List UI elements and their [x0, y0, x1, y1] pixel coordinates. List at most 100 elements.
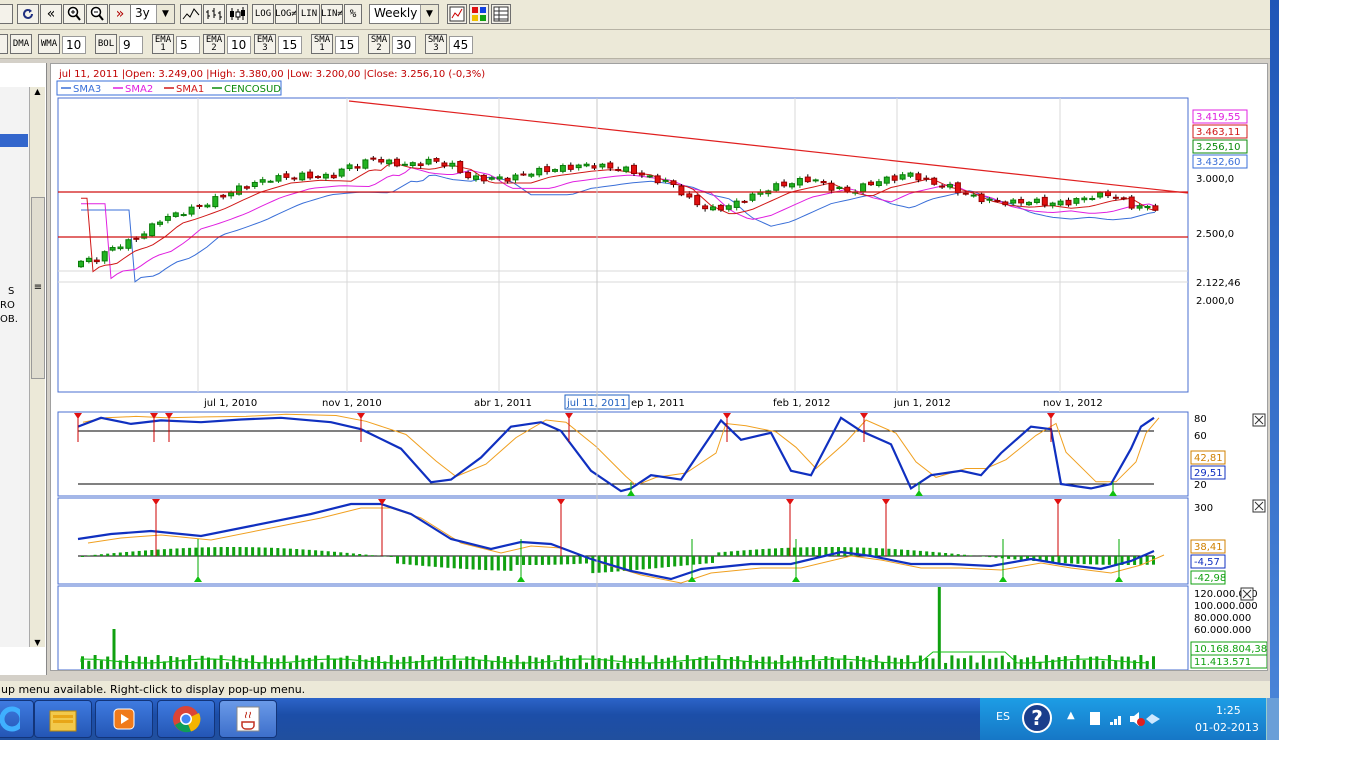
- stoch-level-label: 80: [1194, 414, 1207, 425]
- sma2-button[interactable]: SMA 2: [368, 34, 390, 54]
- macd-histogram-bar: [969, 555, 973, 556]
- scroll-up-icon[interactable]: ▲: [30, 87, 45, 96]
- line-chart-button[interactable]: [180, 4, 202, 24]
- macd-histogram-bar: [528, 556, 532, 565]
- volume-bar: [1152, 656, 1155, 669]
- interval-select[interactable]: Weekly ▼: [369, 4, 439, 24]
- volume-bar: [1063, 656, 1067, 669]
- scale-percent-button[interactable]: %: [344, 4, 362, 24]
- candle-body: [101, 251, 108, 262]
- candle-body: [228, 192, 235, 197]
- partial-button[interactable]: [0, 4, 13, 24]
- chart-settings-button[interactable]: [447, 4, 467, 24]
- volume-bar: [988, 658, 992, 669]
- volume-bar: [792, 656, 796, 669]
- sma3-button[interactable]: SMA 3: [425, 34, 447, 54]
- chevron-down-icon[interactable]: ▼: [156, 5, 174, 23]
- language-indicator[interactable]: ES: [996, 710, 1010, 723]
- color-settings-button[interactable]: [469, 4, 489, 24]
- candle-body: [267, 180, 274, 183]
- volume-bar: [818, 661, 822, 669]
- ema3-button[interactable]: EMA 3: [254, 34, 276, 54]
- dma-button[interactable]: DMA: [10, 34, 32, 54]
- window-border: [1270, 0, 1279, 740]
- chart-canvas[interactable]: jul 11, 2011 |Open: 3.249,00 |High: 3.38…: [51, 64, 1267, 670]
- candle-body: [409, 162, 416, 166]
- scale-log-diff-button[interactable]: LOG≠: [275, 4, 297, 24]
- scroll-thumb[interactable]: ≡: [31, 197, 45, 379]
- chevron-down-icon[interactable]: ▼: [420, 5, 438, 23]
- taskbar-media-button[interactable]: [95, 700, 153, 738]
- ema3-period-input[interactable]: 15: [278, 36, 302, 54]
- ema1-button[interactable]: EMA 1: [152, 34, 174, 54]
- table-view-button[interactable]: [491, 4, 511, 24]
- macd-level-label: -4,57: [1194, 557, 1220, 568]
- sma2-period-input[interactable]: 30: [392, 36, 416, 54]
- wma-button[interactable]: WMA: [38, 34, 60, 54]
- tray-expand-icon[interactable]: ▲: [1067, 710, 1075, 721]
- taskbar-ie-button[interactable]: [0, 700, 34, 738]
- sma3-label: SMA 3: [427, 35, 445, 53]
- ema2-button[interactable]: EMA 2: [203, 34, 225, 54]
- volume-bar: [389, 655, 393, 669]
- close-volume-button[interactable]: [1240, 587, 1254, 601]
- macd-histogram-bar: [685, 556, 689, 566]
- taskbar-java-button[interactable]: [219, 700, 277, 738]
- scroll-down-icon[interactable]: ▼: [30, 638, 45, 647]
- candle-chart-button[interactable]: [226, 4, 248, 24]
- sma3-period-input[interactable]: 45: [449, 36, 473, 54]
- price-axis-label: 2.000,0: [1196, 296, 1234, 307]
- period-select[interactable]: 3y ▼: [130, 4, 175, 24]
- macd-histogram-bar: [956, 554, 960, 556]
- scale-lin-button[interactable]: LIN: [298, 4, 320, 24]
- show-desktop-button[interactable]: [1266, 698, 1279, 740]
- volume-bar: [692, 659, 696, 669]
- partial-button[interactable]: [0, 34, 8, 54]
- bar-chart-button[interactable]: [203, 4, 225, 24]
- macd-histogram-bar: [937, 552, 941, 556]
- candle-body: [891, 175, 898, 181]
- bol-button[interactable]: BOL: [95, 34, 117, 54]
- sma1-button[interactable]: SMA 1: [311, 34, 333, 54]
- volume-bar: [837, 659, 840, 669]
- candle-body: [868, 181, 874, 186]
- volume-bar: [1070, 661, 1074, 669]
- volume-bar: [805, 660, 809, 669]
- scale-lin-diff-button[interactable]: LIN≠: [321, 4, 343, 24]
- taskbar-chrome-button[interactable]: [157, 700, 215, 738]
- ema2-period-input[interactable]: 10: [227, 36, 251, 54]
- macd-histogram-bar: [207, 547, 210, 556]
- scroll-forward-button[interactable]: »: [109, 4, 131, 24]
- taskbar-explorer-button[interactable]: [34, 700, 92, 738]
- scroll-back-button[interactable]: «: [40, 4, 62, 24]
- clock-date[interactable]: 01-02-2013: [1195, 721, 1259, 734]
- ema1-period-input[interactable]: 5: [176, 36, 200, 54]
- macd-histogram-bar: [534, 556, 538, 565]
- selected-list-item[interactable]: [0, 134, 28, 147]
- volume-bar: [1019, 659, 1023, 669]
- macd-histogram-bar: [112, 553, 116, 556]
- macd-histogram-bar: [912, 550, 916, 556]
- sma1-label: SMA 1: [313, 35, 331, 53]
- macd-histogram-bar: [660, 556, 664, 568]
- wma-period-input[interactable]: 10: [62, 36, 86, 54]
- reload-button[interactable]: [17, 4, 39, 24]
- macd-histogram-bar: [1063, 556, 1067, 564]
- zoom-in-button[interactable]: [63, 4, 85, 24]
- zoom-in-icon: [67, 6, 81, 21]
- macd-histogram-bar: [774, 548, 777, 556]
- bol-period-input[interactable]: 9: [119, 36, 143, 54]
- volume-bar: [465, 656, 469, 669]
- side-list[interactable]: [0, 87, 30, 647]
- sma1-period-input[interactable]: 15: [335, 36, 359, 54]
- volume-bar: [307, 657, 311, 669]
- clock-time[interactable]: 1:25: [1216, 704, 1241, 717]
- candle-body: [259, 179, 266, 183]
- volume-bar: [509, 659, 513, 669]
- help-icon[interactable]: ?: [1022, 703, 1052, 733]
- zoom-out-button[interactable]: [86, 4, 108, 24]
- close-macd-button[interactable]: [1252, 499, 1266, 513]
- side-scrollbar[interactable]: ▲ ≡ ▼: [29, 87, 45, 647]
- scale-log-button[interactable]: LOG: [252, 4, 274, 24]
- close-stochastic-button[interactable]: [1252, 413, 1266, 427]
